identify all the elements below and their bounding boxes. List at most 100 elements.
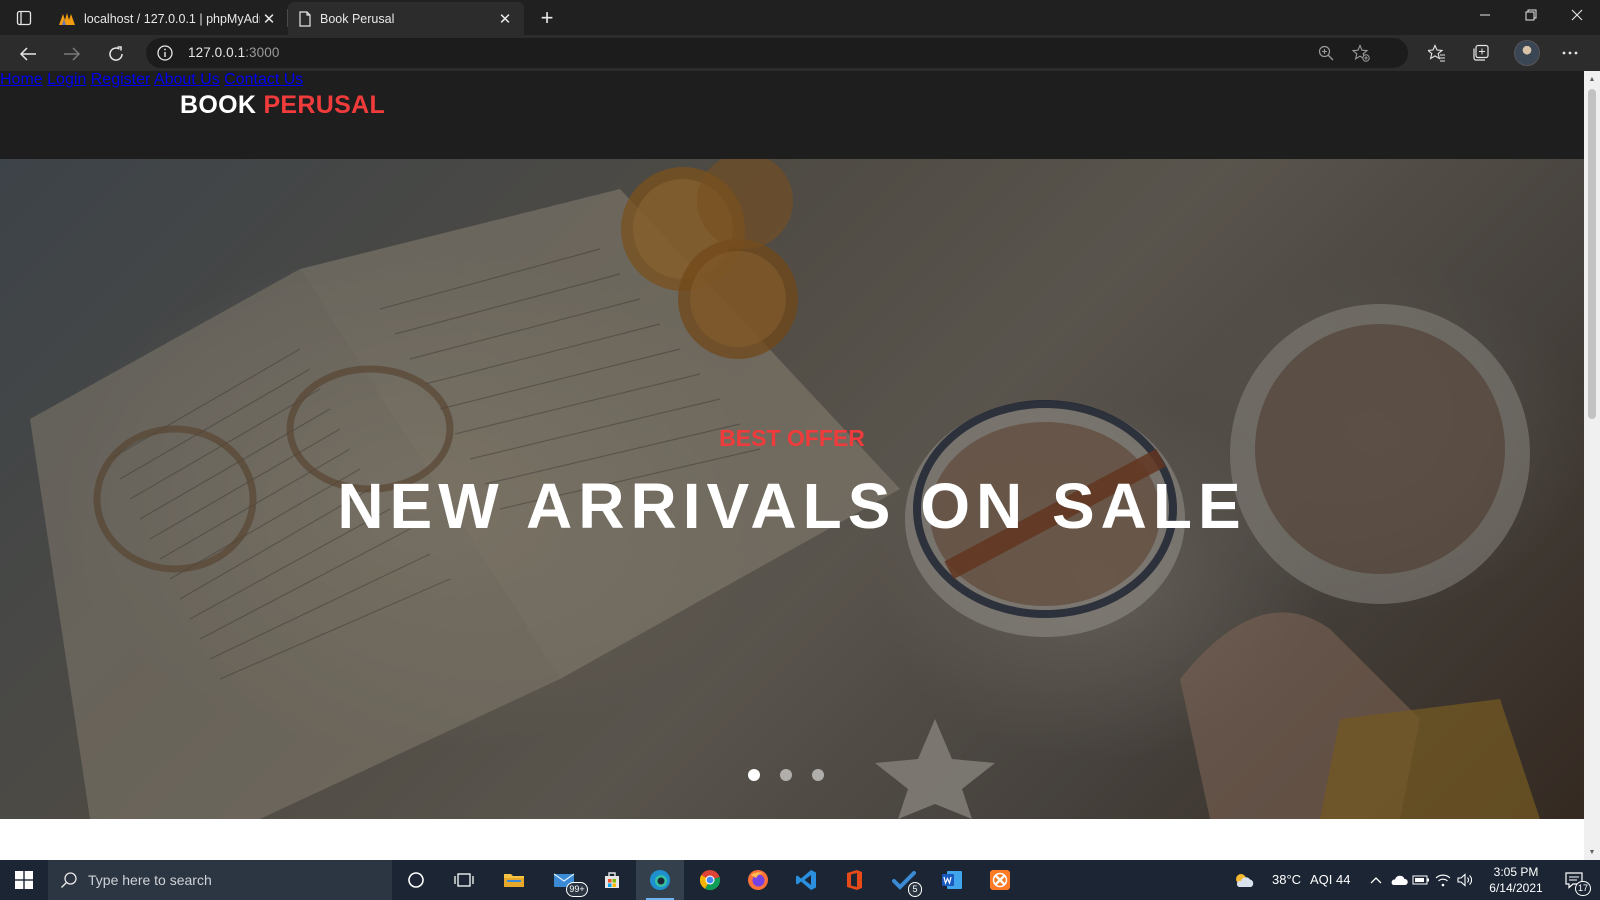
info-icon[interactable]	[156, 44, 174, 62]
clock-time: 3:05 PM	[1493, 865, 1539, 879]
taskbar-chrome[interactable]	[686, 860, 734, 900]
taskbar-clock[interactable]: 3:05 PM 6/14/2021	[1486, 864, 1546, 896]
battery-icon[interactable]	[1410, 860, 1432, 900]
onedrive-icon[interactable]	[1388, 860, 1410, 900]
windows-logo-icon	[15, 871, 33, 889]
taskbar-file-explorer[interactable]	[490, 860, 538, 900]
close-window-button[interactable]	[1554, 0, 1600, 30]
chrome-icon	[699, 870, 721, 891]
refresh-button[interactable]	[101, 39, 131, 69]
browser-tabstrip: localhost / 127.0.0.1 | phpMyAdmin ✕ Boo…	[0, 0, 1600, 35]
taskbar-firefox[interactable]	[734, 860, 782, 900]
scroll-up-arrow-icon[interactable]: ▲	[1584, 71, 1600, 87]
weather-icon[interactable]	[1232, 860, 1256, 900]
tab-title: Book Perusal	[320, 11, 395, 26]
hero-eyebrow: BEST OFFER	[719, 425, 865, 451]
taskbar-office[interactable]	[830, 860, 878, 900]
cortana-button[interactable]	[392, 860, 440, 900]
restore-icon	[1525, 9, 1537, 21]
page-scrollbar[interactable]: ▲ ▼	[1584, 71, 1600, 860]
windows-taskbar: Type here to search 99+ 5 38°C AQI 44 3:…	[0, 860, 1600, 900]
clock-date: 6/14/2021	[1489, 881, 1543, 895]
more-icon	[1562, 51, 1578, 55]
nav-login[interactable]: Login	[47, 71, 86, 88]
tab-title: localhost / 127.0.0.1 | phpMyAdmin	[84, 11, 260, 26]
tab-actions-button[interactable]	[10, 6, 38, 30]
taskbar-edge[interactable]	[636, 860, 684, 900]
carousel-dots	[748, 769, 824, 781]
restore-button[interactable]	[1508, 0, 1554, 30]
taskbar-mail[interactable]: 99+	[540, 860, 588, 900]
settings-menu-button[interactable]	[1557, 40, 1583, 66]
collections-button[interactable]	[1468, 40, 1494, 66]
scrollbar-thumb[interactable]	[1588, 89, 1596, 419]
zoom-icon[interactable]	[1316, 43, 1336, 63]
wifi-icon[interactable]	[1432, 860, 1454, 900]
site-logo[interactable]: BOOK PERUSAL	[180, 91, 385, 120]
close-icon[interactable]: ✕	[260, 10, 278, 28]
task-view-icon	[454, 873, 474, 887]
taskbar-store[interactable]	[588, 860, 636, 900]
store-icon	[605, 872, 619, 888]
todo-badge: 5	[908, 882, 922, 897]
brand-part2: PERUSAL	[263, 91, 386, 119]
add-favorite-icon[interactable]	[1351, 43, 1371, 63]
arrow-left-icon	[19, 47, 36, 61]
arrow-right-icon	[64, 47, 81, 61]
chevron-up-icon	[1370, 877, 1382, 884]
url-text: 127.0.0.1:3000	[188, 45, 280, 60]
air-quality-index[interactable]: AQI 44	[1310, 872, 1350, 887]
carousel-dot-2[interactable]	[780, 769, 792, 781]
address-bar[interactable]: 127.0.0.1:3000	[146, 38, 1408, 68]
tab-phpmyadmin[interactable]: localhost / 127.0.0.1 | phpMyAdmin ✕	[48, 2, 288, 35]
vscode-icon	[796, 870, 816, 890]
minimize-button[interactable]	[1462, 0, 1508, 30]
hero-headline: NEW ARRIVALS ON SALE	[337, 470, 1247, 542]
url-host: 127.0.0.1	[188, 45, 246, 60]
taskbar-xampp[interactable]	[976, 860, 1024, 900]
taskbar-search[interactable]: Type here to search	[48, 860, 392, 900]
refresh-icon	[109, 46, 123, 61]
close-icon[interactable]: ✕	[496, 10, 514, 28]
favorites-icon	[1428, 44, 1445, 62]
profile-avatar[interactable]	[1514, 40, 1540, 66]
tab-book-perusal[interactable]: Book Perusal ✕	[288, 2, 524, 35]
volume-icon[interactable]	[1454, 860, 1476, 900]
close-icon	[1571, 9, 1583, 21]
search-icon	[61, 872, 77, 888]
site-header: BOOK PERUSAL Home Login Register About U…	[0, 71, 1584, 159]
main-nav: Home Login Register About Us Contact Us	[0, 71, 1584, 89]
taskbar-vscode[interactable]	[782, 860, 830, 900]
xampp-icon	[990, 870, 1010, 890]
firefox-icon	[748, 870, 768, 890]
carousel-dot-1[interactable]	[748, 769, 760, 781]
page-icon	[299, 10, 311, 27]
hero-carousel: BEST OFFER NEW ARRIVALS ON SALE	[0, 159, 1584, 819]
taskbar-todo[interactable]: 5	[880, 860, 928, 900]
task-view-button[interactable]	[440, 860, 488, 900]
nav-home[interactable]: Home	[0, 71, 43, 88]
start-button[interactable]	[0, 860, 48, 900]
new-tab-button[interactable]: +	[534, 5, 560, 31]
page-viewport: BOOK PERUSAL Home Login Register About U…	[0, 71, 1584, 860]
weather-temperature[interactable]: 38°C	[1272, 872, 1301, 887]
tab-actions-icon	[16, 10, 32, 26]
show-hidden-icons-button[interactable]	[1364, 860, 1388, 900]
nav-about-us[interactable]: About Us	[154, 71, 220, 88]
scroll-down-arrow-icon[interactable]: ▼	[1584, 844, 1600, 860]
carousel-dot-3[interactable]	[812, 769, 824, 781]
folder-icon	[504, 874, 524, 887]
edge-icon	[650, 870, 670, 890]
url-port: :3000	[245, 45, 280, 60]
favorites-button[interactable]	[1424, 40, 1450, 66]
nav-register[interactable]: Register	[91, 71, 151, 88]
minimize-icon	[1480, 14, 1490, 16]
forward-button[interactable]	[57, 39, 87, 69]
collections-icon	[1473, 44, 1489, 61]
taskbar-word[interactable]	[928, 860, 976, 900]
browser-toolbar: 127.0.0.1:3000	[0, 35, 1600, 71]
back-button[interactable]	[13, 39, 43, 69]
phpmyadmin-icon	[59, 12, 75, 25]
nav-contact-us[interactable]: Contact Us	[224, 71, 303, 88]
action-center-button[interactable]: 17	[1554, 860, 1594, 900]
